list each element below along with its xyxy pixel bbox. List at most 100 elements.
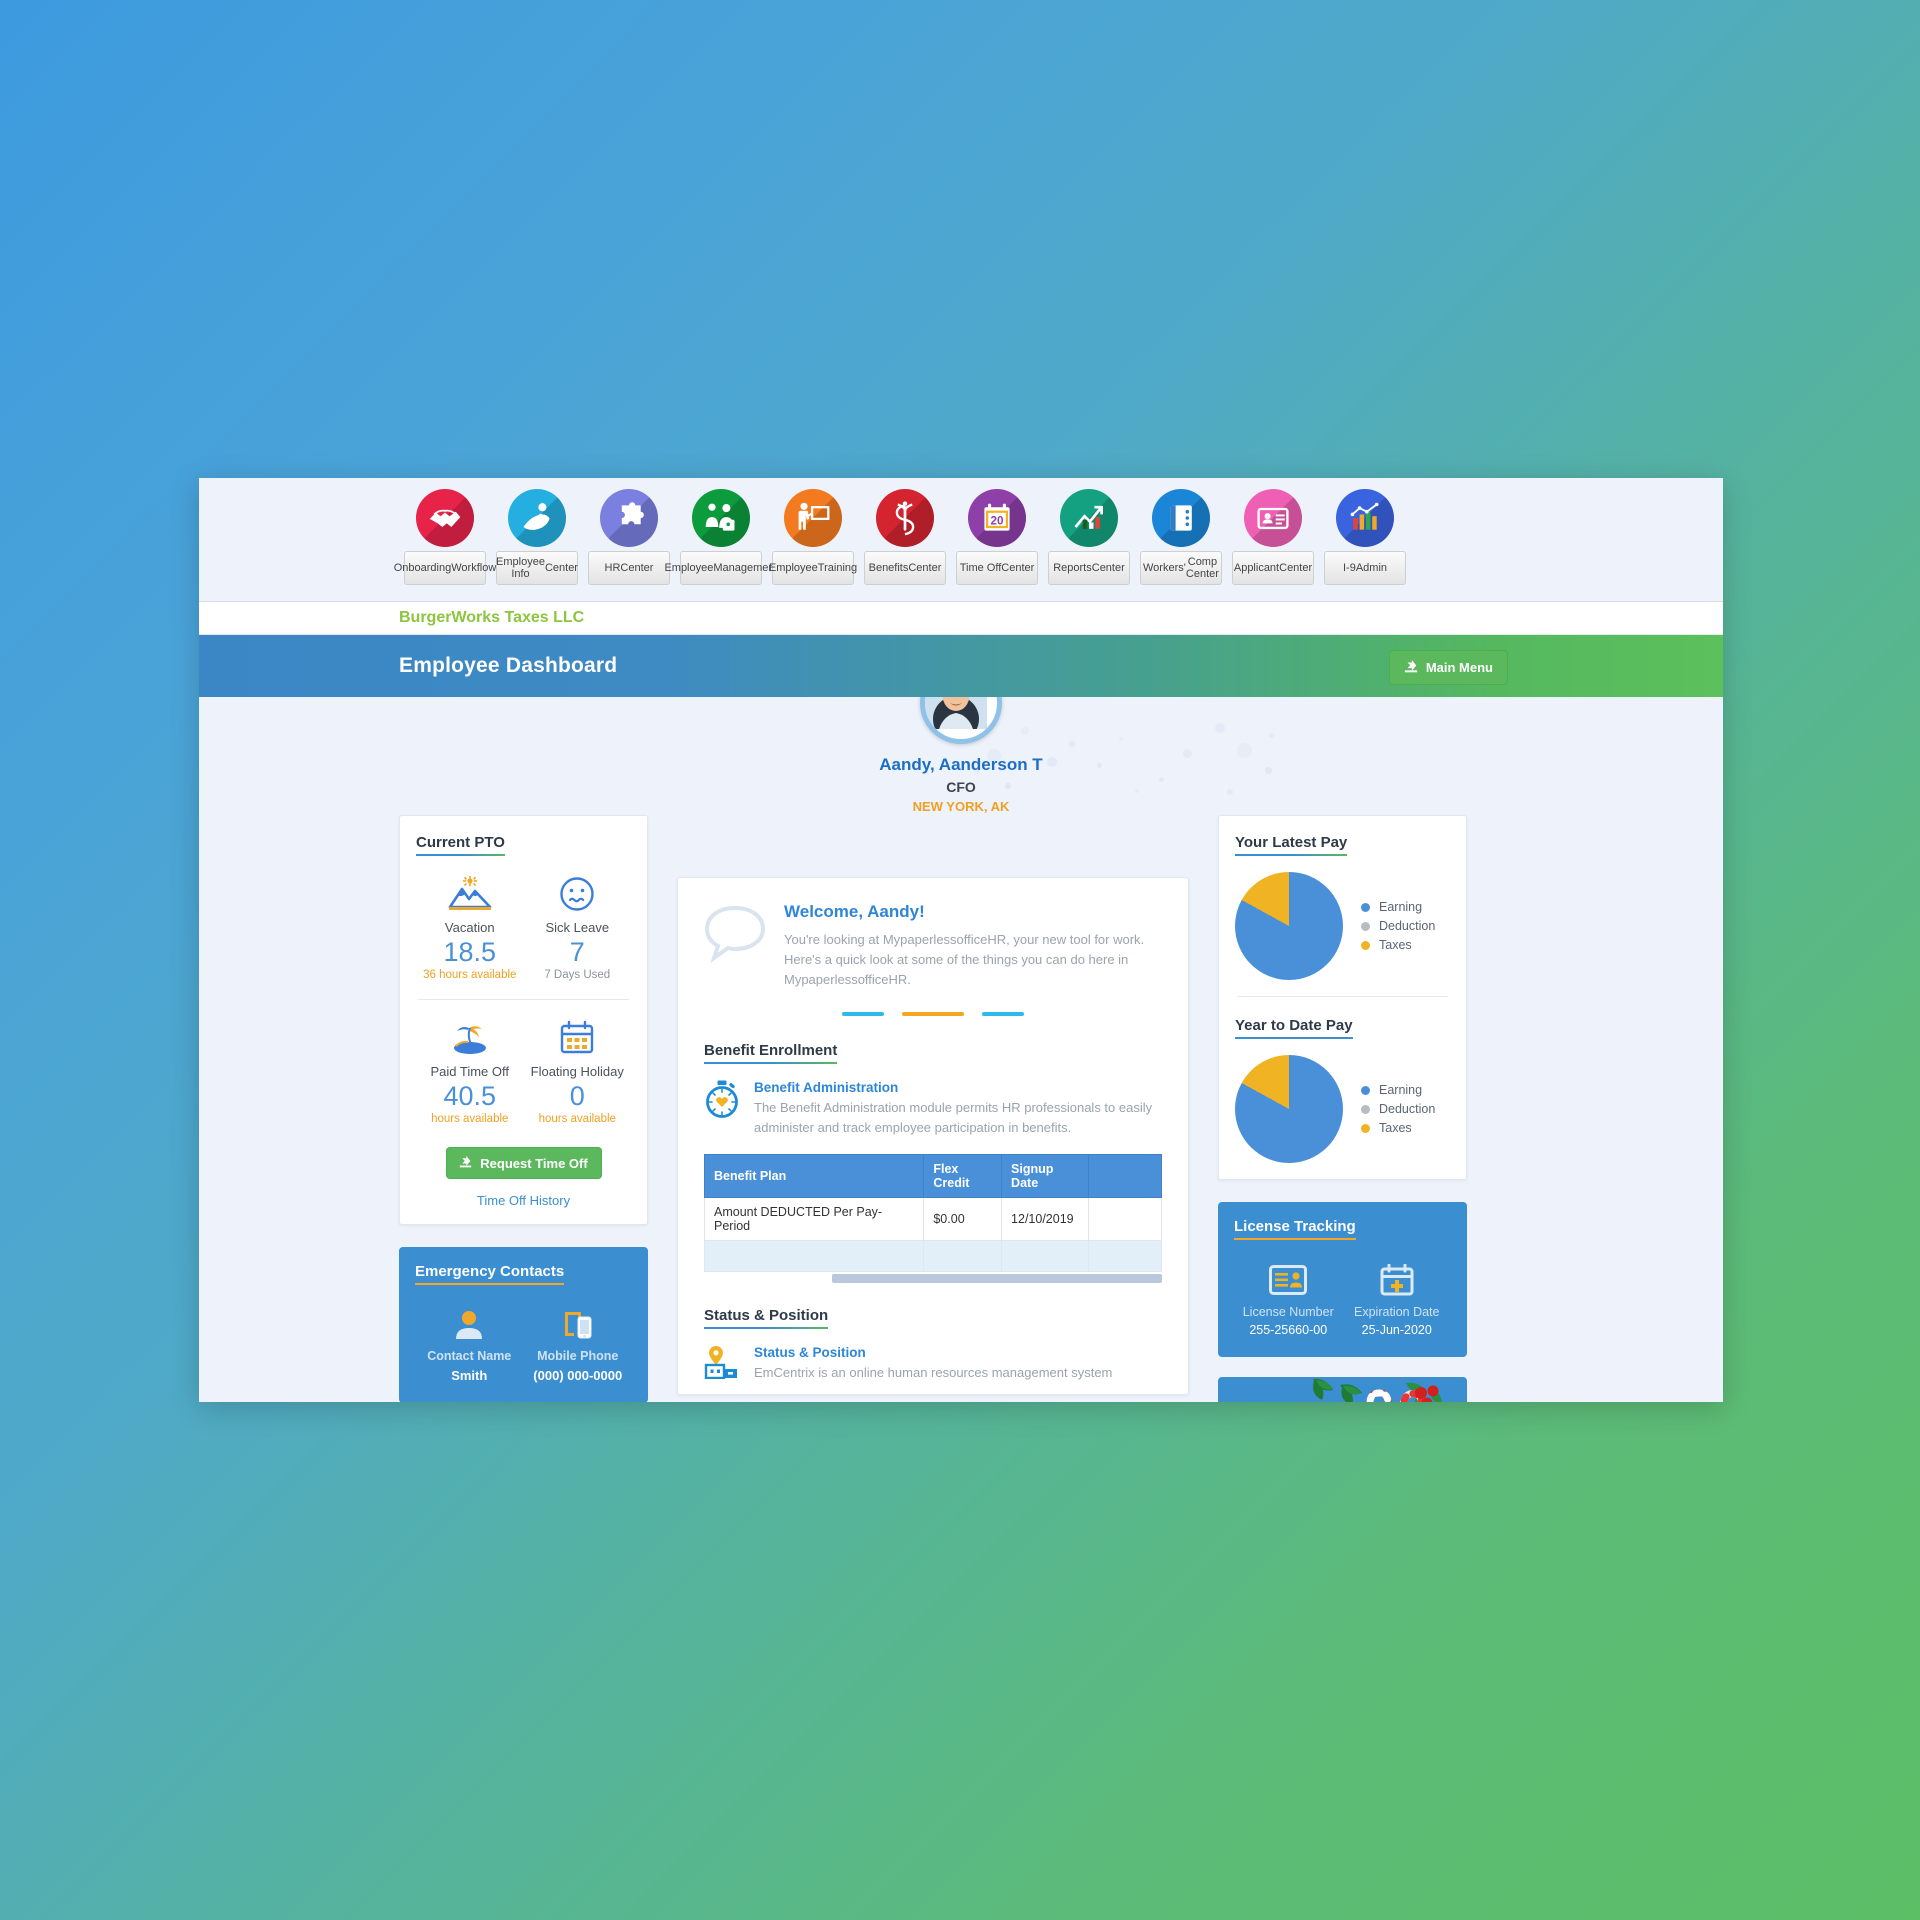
location-building-icon xyxy=(704,1345,740,1384)
nav-item-time-off[interactable]: 20 Time Off Center xyxy=(956,489,1038,585)
nav-item-label: Benefits Center xyxy=(864,551,946,585)
nav-item-i-9[interactable]: I-9 Admin xyxy=(1324,489,1406,585)
nav-item-employee[interactable]: Employee Training xyxy=(772,489,854,585)
carousel-indicator-0[interactable] xyxy=(842,1012,884,1016)
bar-chart-icon xyxy=(1336,489,1394,547)
nav-item-label: Workers' Comp Center xyxy=(1140,551,1222,585)
legend-item: Deduction xyxy=(1361,1102,1435,1116)
emergency-label: Contact Name xyxy=(415,1349,524,1363)
nav-item-label: Reports Center xyxy=(1048,551,1130,585)
pto-cell-sick-leave: Sick Leave 7 7 Days Used xyxy=(524,874,632,981)
speech-bubble-icon xyxy=(704,902,766,990)
license-tracking-title: License Tracking xyxy=(1234,1218,1356,1240)
table-row xyxy=(705,1241,1162,1272)
welcome-text: You're looking at MypaperlessofficeHR, y… xyxy=(784,930,1162,990)
table-row[interactable]: Amount DEDUCTED Per Pay-Period $0.00 12/10… xyxy=(705,1198,1162,1241)
app-window: Onboarding Workflow Employee Info Center HR C… xyxy=(199,478,1723,1402)
pto-value: 7 xyxy=(524,937,632,967)
legend-swatch xyxy=(1361,1124,1370,1133)
mobile-phone-icon xyxy=(524,1305,633,1343)
nav-item-benefits[interactable]: Benefits Center xyxy=(864,489,946,585)
carousel-indicator-2[interactable] xyxy=(982,1012,1024,1016)
calendar-20-icon: 20 xyxy=(968,489,1026,547)
dashboard-body: Aandy, Aanderson T CFO NEW YORK, AK Curr… xyxy=(199,697,1723,1402)
table-cell: Amount DEDUCTED Per Pay-Period xyxy=(705,1198,924,1241)
pto-sub: hours available xyxy=(416,1113,524,1125)
status-position-section: Status & Position Status & Position EmCe… xyxy=(678,1307,1188,1394)
legend-item: Taxes xyxy=(1361,1121,1435,1135)
license-label: License Number xyxy=(1234,1305,1343,1319)
nav-item-applicant[interactable]: Applicant Center xyxy=(1232,489,1314,585)
legend-swatch xyxy=(1361,941,1370,950)
benefit-enrollment-section: Benefit Enrollment Benefit Administratio… xyxy=(678,1042,1188,1283)
nav-item-label: Onboarding Workflow xyxy=(404,551,486,585)
license-label: Expiration Date xyxy=(1343,1305,1452,1319)
legend-label: Deduction xyxy=(1379,919,1435,933)
license-tracking-card: License Tracking License Number 255-2566… xyxy=(1218,1202,1467,1357)
table-header-cell: Flex Credit xyxy=(924,1155,1002,1198)
pto-sub: 36 hours available xyxy=(416,969,524,981)
nav-item-employee[interactable]: Employee Management xyxy=(680,489,762,585)
nav-item-label: Employee Info Center xyxy=(496,551,578,585)
table-cell xyxy=(1088,1198,1161,1241)
beach-icon xyxy=(416,1018,524,1058)
main-menu-button[interactable]: Main Menu xyxy=(1389,650,1508,685)
nav-item-workers[interactable]: Workers' Comp Center xyxy=(1140,489,1222,585)
benefit-item-text: The Benefit Administration module permit… xyxy=(754,1098,1162,1138)
pto-label: Paid Time Off xyxy=(416,1064,524,1079)
nav-item-label: Employee Training xyxy=(772,551,854,585)
legend-item: Taxes xyxy=(1361,938,1435,952)
right-column: Your Latest Pay Earning Deduction Taxes Ye… xyxy=(1218,815,1467,1402)
legend-item: Earning xyxy=(1361,900,1435,914)
main-content-card: Welcome, Aandy! You're looking at Mypape… xyxy=(677,877,1189,1395)
latest-pay-title: Your Latest Pay xyxy=(1235,834,1347,856)
table-cell: $0.00 xyxy=(924,1198,1002,1241)
status-item-title: Status & Position xyxy=(754,1345,1162,1360)
table-cell xyxy=(705,1241,924,1272)
current-pto-card: Current PTO Vacation 18.5 36 hours avail… xyxy=(399,815,648,1225)
pto-row-1: Vacation 18.5 36 hours available Sick Le… xyxy=(416,874,631,981)
pto-value: 0 xyxy=(524,1081,632,1111)
puzzle-piece-icon xyxy=(600,489,658,547)
status-item-text: EmCentrix is an online human resources m… xyxy=(754,1363,1162,1383)
nav-item-hr[interactable]: HR Center xyxy=(588,489,670,585)
table-horizontal-scrollbar[interactable] xyxy=(832,1274,1162,1283)
handshake-icon xyxy=(416,489,474,547)
request-time-off-label: Request Time Off xyxy=(480,1156,587,1171)
pto-cell-paid-time-off: Paid Time Off 40.5 hours available xyxy=(416,1018,524,1125)
nav-item-label: HR Center xyxy=(588,551,670,585)
license-value: 255-25660-00 xyxy=(1234,1323,1343,1337)
carousel-indicator-1[interactable] xyxy=(902,1012,964,1016)
company-bar: BurgerWorks Taxes LLC xyxy=(199,602,1723,635)
pto-label: Vacation xyxy=(416,920,524,935)
legend-label: Taxes xyxy=(1379,1121,1412,1135)
legend-label: Earning xyxy=(1379,900,1422,914)
nav-item-onboarding[interactable]: Onboarding Workflow xyxy=(404,489,486,585)
legend-swatch xyxy=(1361,922,1370,931)
pto-value: 18.5 xyxy=(416,937,524,967)
legend-label: Earning xyxy=(1379,1083,1422,1097)
divider xyxy=(418,999,629,1000)
page-title: Employee Dashboard xyxy=(199,654,617,678)
pto-sub: hours available xyxy=(524,1113,632,1125)
carousel-indicators[interactable] xyxy=(704,1012,1162,1016)
request-icon xyxy=(459,1155,472,1171)
ytd-pay-title: Year to Date Pay xyxy=(1235,1017,1353,1039)
divider xyxy=(1237,996,1448,997)
emergency-contacts-title: Emergency Contacts xyxy=(415,1263,564,1285)
pto-cell-floating-holiday: Floating Holiday 0 hours available xyxy=(524,1018,632,1125)
stopwatch-heart-icon xyxy=(704,1080,740,1138)
nav-item-employee-info[interactable]: Employee Info Center xyxy=(496,489,578,585)
nav-item-reports[interactable]: Reports Center xyxy=(1048,489,1130,585)
center-column: Welcome, Aandy! You're looking at Mypape… xyxy=(677,877,1189,1395)
pto-label: Floating Holiday xyxy=(524,1064,632,1079)
latest-pay-legend: Earning Deduction Taxes xyxy=(1361,895,1435,957)
license-cell-expiration: Expiration Date 25-Jun-2020 xyxy=(1343,1260,1452,1337)
welcome-heading: Welcome, Aandy! xyxy=(784,902,1162,922)
nav-item-label: Employee Management xyxy=(680,551,762,585)
legend-item: Earning xyxy=(1361,1083,1435,1097)
request-time-off-button[interactable]: Request Time Off xyxy=(446,1147,602,1179)
calendar-plus-icon xyxy=(1343,1260,1452,1300)
time-off-history-link[interactable]: Time Off History xyxy=(416,1193,631,1208)
legend-label: Deduction xyxy=(1379,1102,1435,1116)
